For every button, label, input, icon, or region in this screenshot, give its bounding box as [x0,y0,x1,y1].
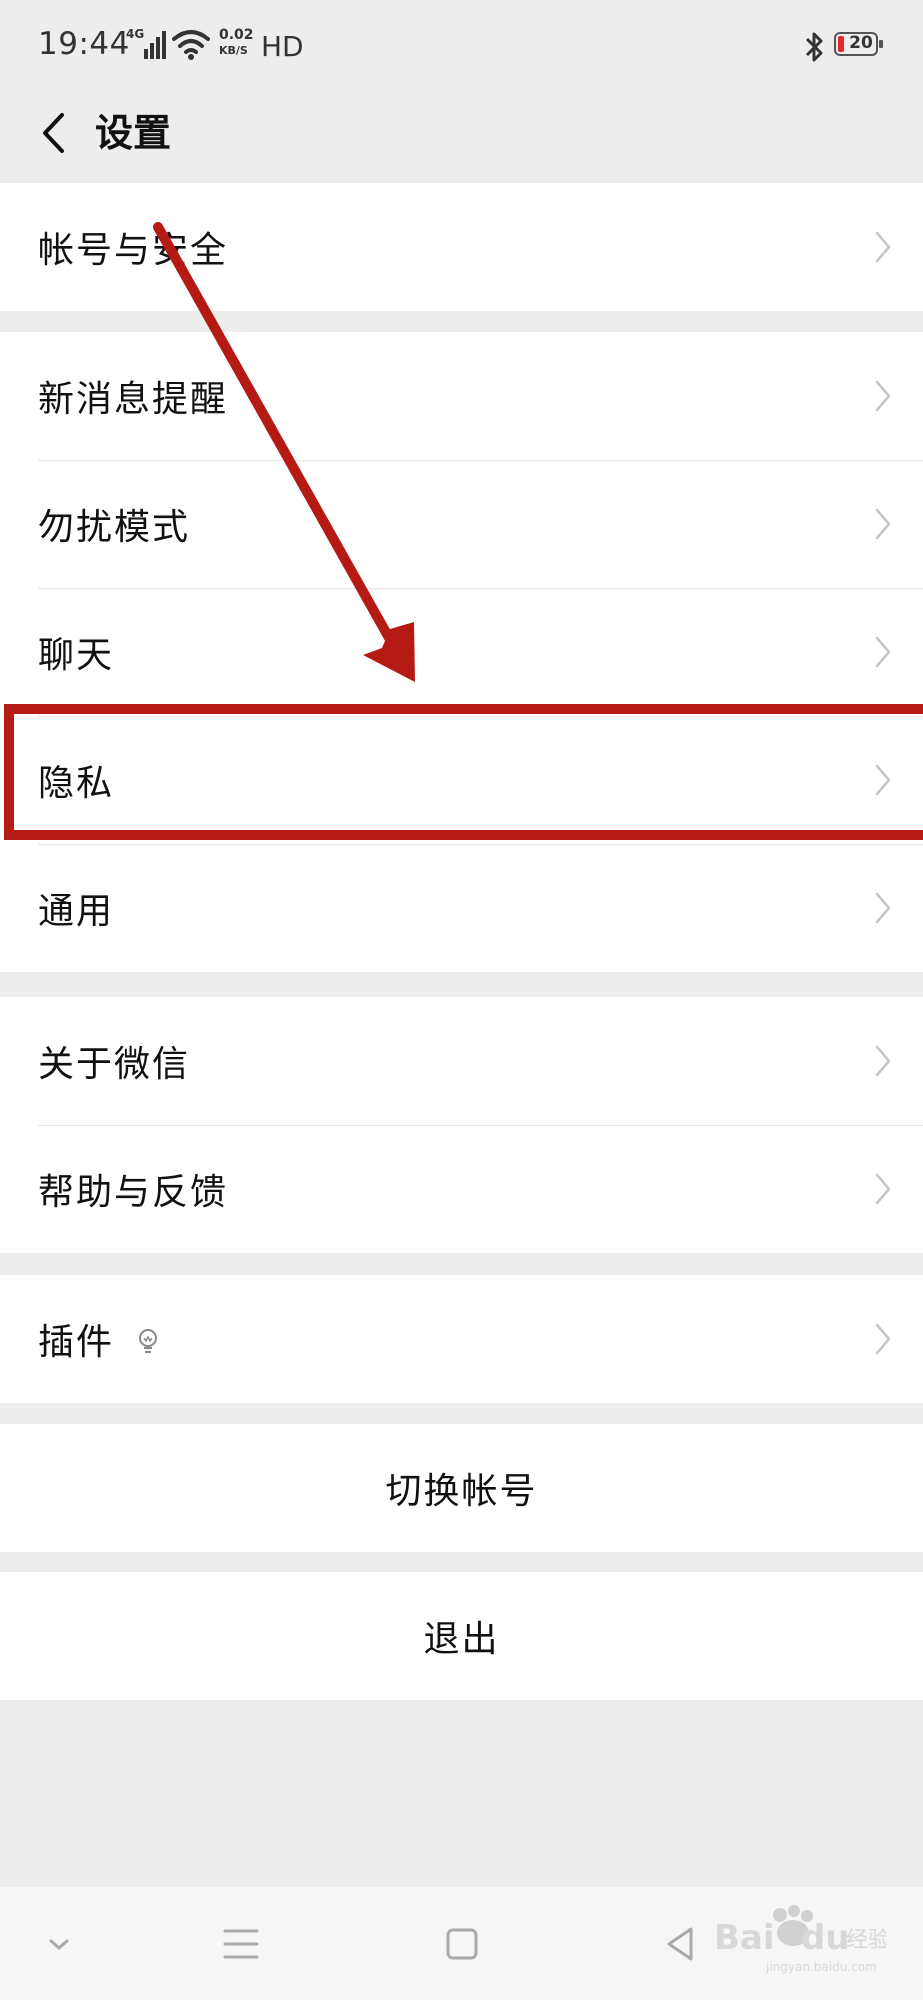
chevron-right-icon [875,508,891,540]
chevron-right-icon [875,380,891,412]
row-label: 勿扰模式 [38,507,191,548]
back-button[interactable] [25,102,81,164]
settings-group-about: 关于微信 帮助与反馈 [0,997,923,1253]
battery-tip [879,40,883,48]
network-speed-value: 0.02 [219,27,254,43]
settings-row-privacy[interactable]: 隐私 [0,716,923,844]
battery-icon: 20 [834,32,884,58]
chevron-left-icon [43,113,64,153]
status-bar: 19:44 4G 0.02 KB/S HD 20 [0,0,923,92]
settings-row-chat[interactable]: 聊天 [0,588,923,716]
switch-account-button[interactable]: 切换帐号 [0,1424,923,1552]
row-label: 隐私 [38,763,115,804]
svg-text:经验: 经验 [846,1928,886,1953]
row-label: 通用 [38,891,115,932]
settings-group-account: 帐号与安全 [0,183,923,311]
network-speed-unit: KB/S [219,44,248,57]
network-type-label: 4G [126,27,145,41]
settings-group-main: 新消息提醒 勿扰模式 聊天 隐私 通用 [0,332,923,972]
settings-group-logout: 退出 [0,1572,923,1700]
svg-text:Bai: Bai [714,1918,775,1958]
settings-header: 设置 [0,92,923,180]
row-label: 关于微信 [38,1044,191,1085]
row-label: 新消息提醒 [38,379,229,420]
row-label: 帐号与安全 [38,230,229,271]
back-triangle-icon[interactable] [651,1915,709,1973]
chevron-right-icon [875,636,891,668]
svg-text:du: du [801,1918,850,1958]
settings-group-plugins: 插件 [0,1275,923,1403]
settings-row-about-wechat[interactable]: 关于微信 [0,997,923,1125]
row-label: 插件 [38,1322,115,1363]
svg-text:jingyan.baidu.com: jingyan.baidu.com [765,1960,877,1974]
signal-bars-icon [144,31,166,59]
baidu-watermark: Bai du 经验 jingyan.baidu.com [714,1905,886,1974]
settings-row-do-not-disturb[interactable]: 勿扰模式 [0,460,923,588]
chevron-right-icon [875,892,891,924]
hd-indicator: HD [261,30,304,63]
chevron-right-icon [875,764,891,796]
chevron-right-icon [875,1323,891,1355]
chevron-right-icon [875,1173,891,1205]
settings-row-account-security[interactable]: 帐号与安全 [0,183,923,311]
row-label: 帮助与反馈 [38,1172,229,1213]
bluetooth-icon [805,32,823,62]
chevron-right-icon [875,231,891,263]
menu-icon[interactable] [212,1915,270,1973]
lightbulb-icon [139,1329,158,1353]
battery-level: 20 [849,33,873,53]
settings-row-help-feedback[interactable]: 帮助与反馈 [0,1125,923,1253]
chevron-right-icon [875,1045,891,1077]
logout-button[interactable]: 退出 [0,1572,923,1700]
wifi-icon [172,30,210,60]
page-title: 设置 [95,110,172,155]
status-time: 19:44 [38,26,130,62]
chevron-down-icon[interactable] [30,1915,88,1973]
settings-row-plugins[interactable]: 插件 [0,1275,923,1403]
settings-row-new-message[interactable]: 新消息提醒 [0,332,923,460]
logout-label: 退出 [423,1619,500,1660]
home-square-icon[interactable] [433,1915,491,1973]
switch-account-label: 切换帐号 [385,1471,538,1512]
settings-row-general[interactable]: 通用 [0,844,923,972]
row-label: 聊天 [38,635,115,676]
settings-group-switch-account: 切换帐号 [0,1424,923,1552]
network-speed: 0.02 KB/S [219,28,259,62]
